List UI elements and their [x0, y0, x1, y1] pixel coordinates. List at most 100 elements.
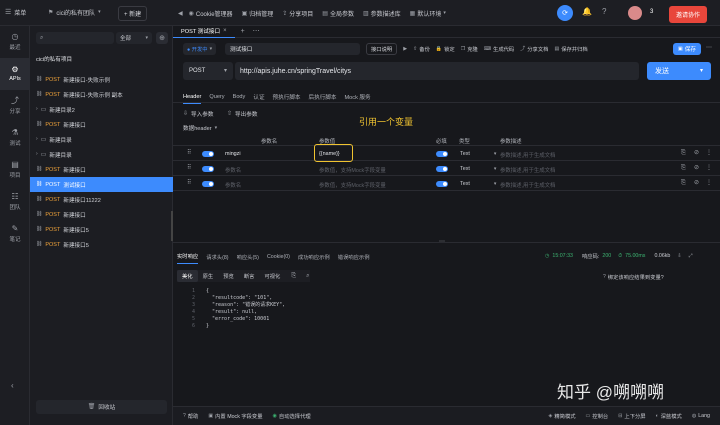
bind-variable-link[interactable]: ? 绑定该响应结果到变量? — [603, 273, 664, 281]
type-select[interactable]: Text ▾ — [460, 181, 496, 187]
param-name[interactable]: 参数名 — [225, 181, 241, 189]
type-select[interactable]: Text ▾ — [460, 151, 496, 157]
send-button[interactable]: 发送 ▾ — [647, 62, 711, 80]
export-params-button[interactable]: ⇧ 导出参数 — [227, 110, 257, 118]
param-value[interactable]: {{name}} — [319, 151, 340, 157]
nav-notes[interactable]: ✎ 笔记 — [0, 218, 30, 250]
tree-folder[interactable]: › ▭ 新建目录2 — [30, 102, 173, 117]
copy-icon[interactable]: ⎘ — [681, 150, 686, 156]
mock-vars-button[interactable]: ▣ 内置 Mock 字段变量 — [208, 412, 262, 420]
more-icon[interactable]: ⋯ — [253, 28, 260, 35]
tree-search-input[interactable]: ⌕ — [36, 32, 114, 44]
tree-filter-select[interactable]: 全部 ▾ — [116, 32, 152, 44]
enable-toggle[interactable] — [202, 151, 214, 159]
param-description[interactable]: 参数描述,用于生成文档 — [500, 166, 555, 174]
team-selector[interactable]: ⚑ cici的私有团队 ▾ — [48, 8, 101, 18]
tree-item[interactable]: ⛓ POST 新建接口-失败示例 副本 — [30, 87, 173, 102]
download-icon[interactable]: ⇩ — [677, 253, 681, 259]
help-icon[interactable]: ? — [602, 8, 606, 16]
import-params-button[interactable]: ⇩ 导入参数 — [183, 110, 213, 118]
enable-toggle[interactable] — [202, 181, 214, 189]
param-name[interactable]: mingzi — [225, 151, 241, 157]
param-description[interactable]: 参数描述,用于生成文档 — [500, 181, 555, 189]
enable-toggle[interactable] — [202, 166, 214, 174]
nav-share[interactable]: ⤴ 分享 — [0, 90, 30, 122]
tab-cookie[interactable]: Cookie(0) — [267, 251, 290, 263]
auto-proxy-button[interactable]: ◉ 自动选择代理 — [273, 412, 311, 420]
tree-folder[interactable]: › ▭ 新建目录 — [30, 147, 173, 162]
invite-button[interactable]: 邀请协作 — [669, 6, 708, 23]
lang-button[interactable]: ◍ Lang — [692, 413, 710, 419]
required-toggle[interactable] — [436, 151, 448, 159]
type-select[interactable]: Text ▾ — [460, 166, 496, 172]
param-value[interactable]: 参数值，支持Mock字段变量 — [319, 166, 386, 174]
expand-icon[interactable]: ⤢ — [689, 253, 693, 259]
param-name[interactable]: 参数名 — [225, 166, 241, 174]
more-icon[interactable]: ⋮ — [706, 180, 712, 186]
delete-icon[interactable]: ⊘ — [694, 165, 699, 171]
param-description[interactable]: 参数描述,用于生成文档 — [500, 151, 555, 159]
tab-live-response[interactable]: 实时响应 — [177, 249, 199, 264]
sync-button[interactable]: ⟳ — [557, 5, 573, 21]
drag-handle-icon[interactable]: ⠿ — [187, 180, 191, 186]
gen-code-button[interactable]: ⌨ 生成代码 — [484, 45, 514, 53]
help-button[interactable]: ? 帮助 — [183, 412, 198, 420]
method-select[interactable]: POST ▾ — [183, 62, 233, 80]
tree-item[interactable]: ⛓ POST 新建接口5 — [30, 222, 173, 237]
bulk-header-toggle[interactable]: 数据header ▾ — [183, 124, 217, 132]
env-selector[interactable]: ▦ 默认环境 ▾ — [410, 9, 446, 19]
archive-manager[interactable]: ▣ 归档管理 — [242, 9, 274, 19]
param-value[interactable]: 参数值，支持Mock字段变量 — [319, 181, 386, 189]
url-input[interactable]: http://apis.juhe.cn/springTravel/citys — [235, 62, 639, 80]
tree-item[interactable]: ⛓ POST 新建接口11222 — [30, 192, 173, 207]
collapse-icon[interactable]: ‹ — [11, 382, 14, 390]
save-button[interactable]: ▣ 保存 — [673, 43, 701, 55]
split-button[interactable]: ⊟ 上下分屏 — [618, 412, 645, 420]
splitter-handle-icon[interactable]: ⋯ — [439, 239, 445, 245]
share-doc-button[interactable]: ⤴ 分享文档 — [520, 45, 548, 53]
more-icon[interactable]: ⋮ — [706, 150, 712, 156]
pane-splitter[interactable] — [173, 242, 720, 243]
api-name-input[interactable]: 测试接口 — [225, 43, 360, 55]
tree-item[interactable]: ⛓ POST 新建接口-失败示例 — [30, 72, 173, 87]
drag-handle-icon[interactable]: ⠿ — [187, 150, 191, 156]
nav-test[interactable]: ⚗ 测试 — [0, 122, 30, 154]
recycle-bin-button[interactable]: 🗑 回收站 — [36, 400, 167, 414]
tab-response-headers[interactable]: 响应头(5) — [237, 250, 259, 264]
delete-icon[interactable]: ⊘ — [694, 150, 699, 156]
save-archive-button[interactable]: ▤ 保存并归档 — [554, 45, 587, 53]
required-toggle[interactable] — [436, 166, 448, 174]
copy-icon[interactable]: ⎘ — [681, 165, 686, 171]
theme-button[interactable]: ◐ 深蓝模式 — [656, 412, 682, 420]
new-button[interactable]: + 新建 — [118, 6, 148, 21]
more-icon[interactable]: ⋮ — [706, 165, 712, 171]
console-button[interactable]: ▭ 控制台 — [586, 412, 609, 420]
tab-request-headers[interactable]: 请求头(8) — [206, 250, 228, 264]
global-params[interactable]: ▤ 全局参数 — [322, 9, 354, 19]
view-assert[interactable]: 断言 — [239, 270, 260, 282]
view-preview[interactable]: 预览 — [218, 270, 239, 282]
view-raw[interactable]: 原生 — [198, 270, 219, 282]
avatar[interactable] — [628, 6, 642, 20]
param-desc-lib[interactable]: ▥ 参数描述库 — [363, 9, 401, 19]
tree-item[interactable]: ⛓ POST 新建接口 — [30, 207, 173, 222]
api-tab[interactable]: POST 测试接口 × — [173, 26, 235, 38]
backup-button[interactable]: ⇧ 备份 — [413, 45, 430, 53]
view-pretty[interactable]: 美化 — [177, 270, 198, 282]
tree-item[interactable]: ⛓ POST 新建接口5 — [30, 237, 173, 252]
tab-success-example[interactable]: 成功响应示例 — [298, 250, 330, 264]
response-body[interactable]: { "resultcode": "101", "reason": "错误的请求K… — [206, 288, 285, 330]
bell-icon[interactable]: 🔔 — [582, 8, 592, 16]
play-icon[interactable]: ▶ — [403, 46, 407, 52]
copy-icon[interactable]: ⎘ — [681, 180, 686, 186]
share-project[interactable]: ⇪ 分享项目 — [282, 9, 313, 19]
plus-icon[interactable]: + — [241, 28, 245, 35]
arrow-left-icon[interactable]: ◀ — [178, 11, 183, 17]
tab-error-example[interactable]: 错误响应示例 — [338, 250, 370, 264]
drag-handle-icon[interactable]: ⠿ — [187, 165, 191, 171]
search-icon[interactable]: ⌕ — [306, 273, 309, 279]
copy-icon[interactable]: ⎘ — [291, 273, 296, 279]
tree-folder[interactable]: › ▭ 新建目录 — [30, 132, 173, 147]
nav-project[interactable]: ▤ 项目 — [0, 154, 30, 186]
nav-apis[interactable]: ⚙ APIs — [0, 58, 30, 90]
